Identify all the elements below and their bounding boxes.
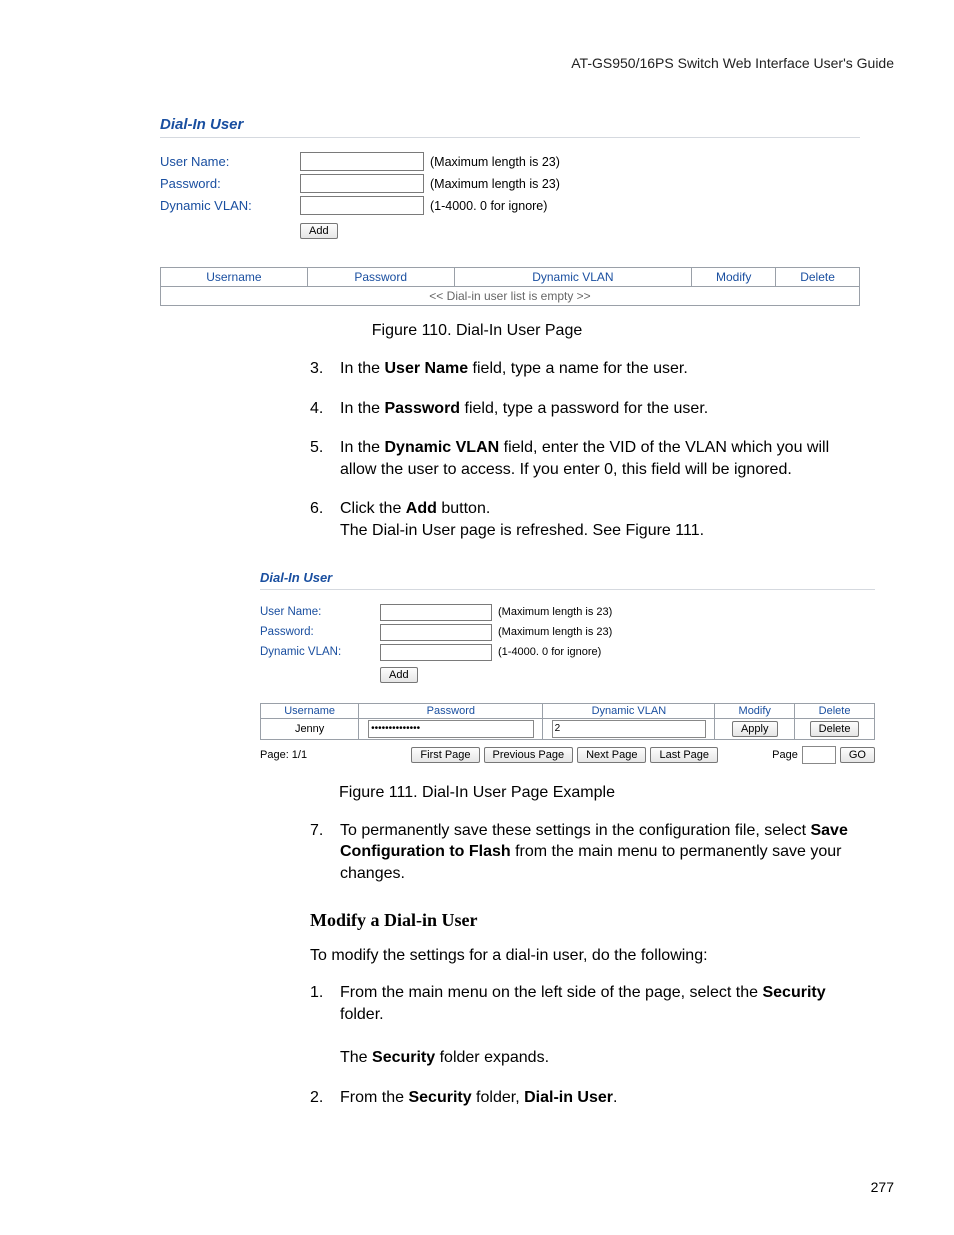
step3-pre: In the xyxy=(340,360,384,377)
step3-num: 3. xyxy=(310,358,340,380)
password-input[interactable] xyxy=(300,174,424,193)
table-row: Jenny Apply Delete xyxy=(261,718,875,739)
step4-post: field, type a password for the user. xyxy=(460,400,708,417)
m2-b1: Security xyxy=(408,1089,471,1106)
step4-bold: Password xyxy=(384,400,460,417)
go-button[interactable]: GO xyxy=(840,747,875,763)
m1-post: folder. xyxy=(340,1006,384,1023)
m2-mid: folder, xyxy=(472,1089,524,1106)
fig110-panel: Dial-In User User Name: (Maximum length … xyxy=(160,116,860,306)
instructions-b: 7. To permanently save these settings in… xyxy=(310,820,849,1109)
password-label-2: Password: xyxy=(260,626,380,638)
page-label: Page xyxy=(772,749,798,761)
username-hint: (Maximum length is 23) xyxy=(430,155,560,169)
fig111-caption: Figure 111. Dial-In User Page Example xyxy=(60,784,894,802)
step4-num: 4. xyxy=(310,398,340,420)
m1-l2c: folder expands. xyxy=(435,1049,549,1066)
fig110-caption: Figure 110. Dial-In User Page xyxy=(60,322,894,340)
first-page-button[interactable]: First Page xyxy=(411,747,479,763)
vlan-hint: (1-4000. 0 for ignore) xyxy=(430,199,547,213)
m1-pre: From the main menu on the left side of t… xyxy=(340,984,762,1001)
step4-pre: In the xyxy=(340,400,384,417)
apply-button[interactable]: Apply xyxy=(732,721,778,737)
th2-username: Username xyxy=(261,703,359,718)
th-modify: Modify xyxy=(692,268,776,287)
fig111-table: Username Password Dynamic VLAN Modify De… xyxy=(260,703,875,740)
step5-bold: Dynamic VLAN xyxy=(384,439,499,456)
section-heading: Modify a Dial-in User xyxy=(310,908,849,932)
password-input-2[interactable] xyxy=(380,624,492,641)
step6-pre: Click the xyxy=(340,500,406,517)
th-password: Password xyxy=(307,268,454,287)
vlan-input[interactable] xyxy=(300,196,424,215)
m-step1-num: 1. xyxy=(310,982,340,1068)
last-page-button[interactable]: Last Page xyxy=(650,747,718,763)
step5-pre: In the xyxy=(340,439,384,456)
step7-num: 7. xyxy=(310,820,340,885)
m1-l2a: The xyxy=(340,1049,372,1066)
step5-num: 5. xyxy=(310,437,340,480)
th-username: Username xyxy=(161,268,308,287)
instructions-a: 3. In the User Name field, type a name f… xyxy=(310,358,849,542)
step6-bold: Add xyxy=(406,500,437,517)
page-info: Page: 1/1 xyxy=(260,749,307,761)
fig110-title: Dial-In User xyxy=(160,116,860,138)
fig111-title: Dial-In User xyxy=(260,570,875,590)
page-input[interactable] xyxy=(802,746,836,764)
password-label: Password: xyxy=(160,176,300,191)
cell-vlan-input[interactable] xyxy=(552,720,706,738)
th-delete: Delete xyxy=(776,268,860,287)
add-button[interactable]: Add xyxy=(300,223,338,239)
username-label-2: User Name: xyxy=(260,606,380,618)
cell-username: Jenny xyxy=(261,718,359,739)
step6-num: 6. xyxy=(310,498,340,541)
m1-l2b: Security xyxy=(372,1049,435,1066)
password-hint-2: (Maximum length is 23) xyxy=(498,626,612,638)
username-hint-2: (Maximum length is 23) xyxy=(498,606,612,618)
step6-post: button. xyxy=(437,500,490,517)
th-vlan: Dynamic VLAN xyxy=(454,268,692,287)
password-hint: (Maximum length is 23) xyxy=(430,177,560,191)
page-number: 277 xyxy=(871,1179,894,1195)
username-input-2[interactable] xyxy=(380,604,492,621)
step3-bold: User Name xyxy=(384,360,468,377)
m2-post: . xyxy=(613,1089,617,1106)
m-step2-num: 2. xyxy=(310,1087,340,1109)
cell-password-input[interactable] xyxy=(368,720,533,738)
next-page-button[interactable]: Next Page xyxy=(577,747,646,763)
fig110-table: Username Password Dynamic VLAN Modify De… xyxy=(160,267,860,306)
step7-pre: To permanently save these settings in th… xyxy=(340,822,810,839)
m1-bold: Security xyxy=(762,984,825,1001)
pager: Page: 1/1 First Page Previous Page Next … xyxy=(260,746,875,764)
empty-row: << Dial-in user list is empty >> xyxy=(161,287,860,306)
th2-delete: Delete xyxy=(795,703,875,718)
username-input[interactable] xyxy=(300,152,424,171)
m2-pre: From the xyxy=(340,1089,408,1106)
th2-modify: Modify xyxy=(715,703,795,718)
add-button-2[interactable]: Add xyxy=(380,667,418,683)
fig111-panel: Dial-In User User Name: (Maximum length … xyxy=(260,570,875,764)
delete-button[interactable]: Delete xyxy=(810,721,860,737)
m2-b2: Dial-in User xyxy=(524,1089,613,1106)
step3-post: field, type a name for the user. xyxy=(468,360,688,377)
vlan-label-2: Dynamic VLAN: xyxy=(260,646,380,658)
step6-line2: The Dial-in User page is refreshed. See … xyxy=(340,522,704,539)
th2-password: Password xyxy=(359,703,543,718)
prev-page-button[interactable]: Previous Page xyxy=(484,747,574,763)
doc-header: AT-GS950/16PS Switch Web Interface User'… xyxy=(60,55,894,71)
th2-vlan: Dynamic VLAN xyxy=(543,703,715,718)
vlan-hint-2: (1-4000. 0 for ignore) xyxy=(498,646,601,658)
username-label: User Name: xyxy=(160,154,300,169)
vlan-label: Dynamic VLAN: xyxy=(160,198,300,213)
vlan-input-2[interactable] xyxy=(380,644,492,661)
section-intro: To modify the settings for a dial-in use… xyxy=(310,945,849,967)
